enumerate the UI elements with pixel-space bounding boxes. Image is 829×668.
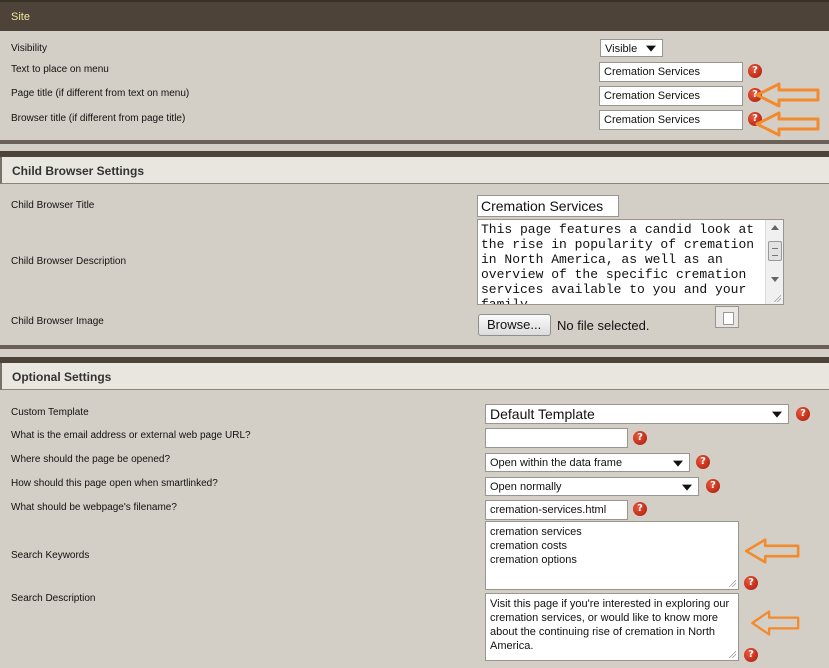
filename-input[interactable]: cremation-services.html [485, 500, 628, 520]
page-title-input[interactable]: Cremation Services [599, 86, 743, 106]
section-divider [0, 345, 829, 349]
help-icon[interactable]: ? [744, 576, 758, 590]
keyword-line: cremation options [490, 554, 577, 566]
browser-title-label: Browser title (if different from page ti… [11, 113, 186, 124]
page-opened-select[interactable]: Open within the data frame [485, 453, 690, 472]
site-section-header: Site [0, 0, 829, 31]
child-browser-description-text: This page features a candid look at the … [481, 222, 755, 305]
annotation-arrow-icon [755, 82, 820, 108]
page-title-label: Page title (if different from text on me… [11, 88, 190, 99]
help-icon[interactable]: ? [796, 407, 810, 421]
search-keywords-label: Search Keywords [11, 550, 90, 561]
filename-label: What should be webpage's filename? [11, 502, 177, 513]
keyword-line: cremation services [490, 526, 582, 538]
site-section-title: Site [11, 11, 30, 23]
page-opened-value: Open within the data frame [490, 457, 623, 469]
child-browser-image-label: Child Browser Image [11, 316, 104, 327]
custom-template-label: Custom Template [11, 407, 89, 418]
no-file-selected-text: No file selected. [557, 318, 650, 333]
chevron-down-icon [772, 411, 782, 418]
resize-handle-icon[interactable] [728, 579, 736, 587]
smartlink-select[interactable]: Open normally [485, 477, 699, 496]
child-browser-description-textarea[interactable]: This page features a candid look at the … [477, 219, 784, 305]
optional-settings-section-title: Optional Settings [12, 370, 112, 384]
section-divider [0, 140, 829, 144]
smartlink-value: Open normally [490, 481, 562, 493]
resize-handle-icon[interactable] [773, 294, 781, 302]
child-browser-description-label: Child Browser Description [11, 256, 127, 267]
visibility-select[interactable]: Visible [600, 39, 663, 57]
scroll-thumb[interactable] [768, 241, 782, 261]
child-browser-section-title: Child Browser Settings [12, 164, 145, 178]
menu-text-label: Text to place on menu [11, 64, 109, 75]
menu-text-input[interactable]: Cremation Services [599, 62, 743, 82]
search-description-textarea[interactable]: Visit this page if you're interested in … [485, 593, 739, 661]
annotation-arrow-icon [755, 111, 820, 137]
email-url-label: What is the email address or external we… [11, 430, 251, 441]
help-icon[interactable]: ? [748, 64, 762, 78]
scrollbar[interactable] [765, 220, 783, 304]
email-url-input[interactable] [485, 428, 628, 448]
visibility-label: Visibility [11, 43, 47, 54]
keyword-line: cremation costs [490, 540, 568, 552]
search-description-label: Search Description [11, 593, 96, 604]
optional-settings-section-header: Optional Settings [0, 363, 829, 390]
child-browser-title-label: Child Browser Title [11, 200, 95, 211]
visibility-select-value: Visible [605, 43, 638, 55]
resize-handle-icon[interactable] [728, 650, 736, 658]
child-browser-section-header: Child Browser Settings [0, 157, 829, 184]
scroll-up-icon[interactable] [771, 225, 779, 230]
chevron-down-icon [682, 484, 692, 491]
annotation-arrow-icon [744, 538, 800, 564]
help-icon[interactable]: ? [633, 502, 647, 516]
search-keywords-textarea[interactable]: cremation services cremation costs crema… [485, 521, 739, 590]
custom-template-value: Default Template [490, 406, 595, 422]
chevron-down-icon [673, 460, 683, 467]
page-opened-label: Where should the page be opened? [11, 454, 171, 465]
search-description-text: Visit this page if you're interested in … [490, 598, 730, 652]
annotation-arrow-icon [751, 610, 800, 636]
child-browser-title-input[interactable]: Cremation Services [477, 195, 619, 217]
image-placeholder-icon [715, 306, 739, 328]
scroll-down-icon[interactable] [771, 277, 779, 282]
help-icon[interactable]: ? [696, 455, 710, 469]
help-icon[interactable]: ? [706, 479, 720, 493]
smartlink-label: How should this page open when smartlink… [11, 478, 218, 489]
custom-template-select[interactable]: Default Template [485, 404, 789, 424]
browse-button[interactable]: Browse... [478, 314, 551, 336]
browser-title-input[interactable]: Cremation Services [599, 110, 743, 130]
help-icon[interactable]: ? [744, 648, 758, 662]
help-icon[interactable]: ? [633, 431, 647, 445]
chevron-down-icon [646, 45, 656, 52]
